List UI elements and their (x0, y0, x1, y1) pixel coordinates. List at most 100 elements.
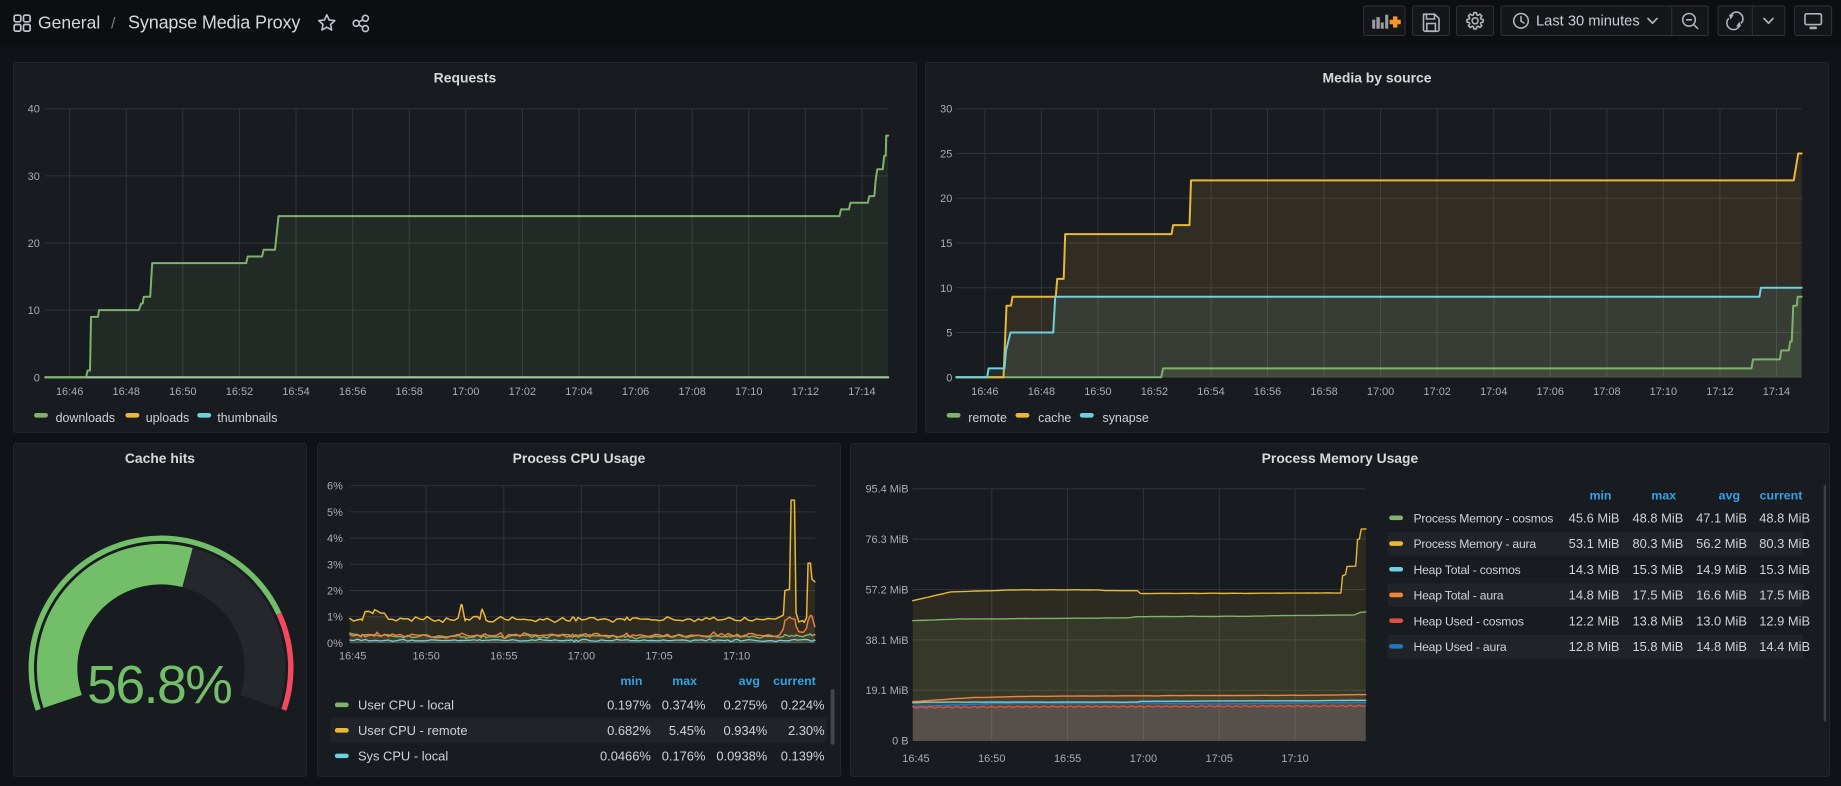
svg-text:13.8 MiB: 13.8 MiB (1632, 613, 1683, 628)
svg-text:0.275%: 0.275% (724, 697, 768, 712)
svg-text:16:55: 16:55 (490, 650, 517, 662)
svg-text:6%: 6% (327, 480, 343, 492)
svg-text:Sys CPU - local: Sys CPU - local (358, 748, 448, 763)
svg-text:Cache hits: Cache hits (125, 450, 195, 466)
svg-text:current: current (1759, 488, 1802, 502)
svg-text:max: max (1651, 488, 1676, 502)
svg-text:20: 20 (28, 238, 40, 250)
svg-text:17:04: 17:04 (565, 386, 592, 398)
svg-text:17:12: 17:12 (1706, 386, 1733, 398)
svg-text:0%: 0% (327, 637, 343, 649)
svg-text:Process Memory - aura: Process Memory - aura (1413, 537, 1536, 551)
svg-text:13.0 MiB: 13.0 MiB (1696, 613, 1747, 628)
svg-text:16:50: 16:50 (1084, 386, 1111, 398)
svg-text:45.6 MiB: 45.6 MiB (1568, 510, 1619, 525)
svg-text:thumbnails: thumbnails (217, 411, 277, 425)
svg-text:25: 25 (940, 148, 952, 160)
svg-text:16:58: 16:58 (396, 386, 423, 398)
svg-text:Heap Used - cosmos: Heap Used - cosmos (1413, 614, 1523, 628)
svg-text:17:14: 17:14 (1763, 386, 1790, 398)
svg-text:76.3 MiB: 76.3 MiB (865, 534, 908, 546)
svg-text:40: 40 (28, 104, 40, 116)
svg-text:0.682%: 0.682% (607, 723, 651, 738)
svg-text:16:52: 16:52 (1141, 386, 1168, 398)
svg-text:56.8%: 56.8% (87, 655, 231, 714)
svg-text:12.2 MiB: 12.2 MiB (1568, 613, 1619, 628)
svg-text:0.139%: 0.139% (781, 748, 825, 763)
svg-text:56.2 MiB: 56.2 MiB (1696, 536, 1747, 551)
svg-text:Requests: Requests (434, 69, 497, 85)
svg-text:3%: 3% (327, 559, 343, 571)
svg-text:20: 20 (940, 193, 952, 205)
svg-text:avg: avg (1718, 488, 1739, 502)
svg-text:17:05: 17:05 (1205, 753, 1232, 765)
svg-text:0.176%: 0.176% (662, 748, 706, 763)
svg-text:downloads: downloads (56, 411, 115, 425)
svg-text:2.30%: 2.30% (788, 723, 825, 738)
svg-text:0.224%: 0.224% (781, 697, 825, 712)
svg-text:min: min (1589, 488, 1611, 502)
svg-text:17:10: 17:10 (723, 650, 750, 662)
svg-text:17:08: 17:08 (678, 386, 705, 398)
svg-text:17:04: 17:04 (1480, 386, 1507, 398)
svg-text:Process CPU Usage: Process CPU Usage (513, 449, 646, 465)
svg-text:17:00: 17:00 (1129, 753, 1156, 765)
svg-text:5.45%: 5.45% (669, 723, 706, 738)
svg-text:cache: cache (1038, 411, 1071, 425)
svg-text:17:10: 17:10 (735, 386, 762, 398)
svg-text:80.3 MiB: 80.3 MiB (1632, 536, 1683, 551)
svg-text:0.197%: 0.197% (607, 697, 651, 712)
svg-text:User CPU - local: User CPU - local (358, 697, 454, 712)
svg-text:14.4 MiB: 14.4 MiB (1759, 639, 1810, 654)
svg-text:0 B: 0 B (892, 735, 908, 747)
svg-text:17:02: 17:02 (509, 386, 536, 398)
svg-text:0.374%: 0.374% (662, 697, 706, 712)
svg-text:30: 30 (28, 171, 40, 183)
svg-text:17:05: 17:05 (645, 650, 672, 662)
svg-text:16:50: 16:50 (978, 753, 1005, 765)
svg-text:15.8 MiB: 15.8 MiB (1632, 639, 1683, 654)
svg-text:17:02: 17:02 (1423, 386, 1450, 398)
svg-text:12.8 MiB: 12.8 MiB (1568, 639, 1619, 654)
svg-text:16:48: 16:48 (113, 386, 140, 398)
svg-text:0.934%: 0.934% (724, 723, 768, 738)
svg-text:15: 15 (940, 238, 952, 250)
svg-text:17:06: 17:06 (622, 386, 649, 398)
svg-text:12.9 MiB: 12.9 MiB (1759, 613, 1810, 628)
svg-text:48.8 MiB: 48.8 MiB (1632, 510, 1683, 525)
svg-text:14.8 MiB: 14.8 MiB (1696, 639, 1747, 654)
svg-text:4%: 4% (327, 533, 343, 545)
svg-text:Media by source: Media by source (1323, 69, 1432, 85)
svg-text:uploads: uploads (146, 411, 190, 425)
svg-text:14.3 MiB: 14.3 MiB (1568, 561, 1619, 576)
svg-text:17:12: 17:12 (792, 386, 819, 398)
svg-text:17.5 MiB: 17.5 MiB (1632, 587, 1683, 602)
svg-text:16:46: 16:46 (971, 386, 998, 398)
svg-text:current: current (773, 674, 816, 688)
svg-text:16:56: 16:56 (1254, 386, 1281, 398)
svg-text:Process Memory Usage: Process Memory Usage (1261, 449, 1418, 465)
svg-text:Heap Total - aura: Heap Total - aura (1413, 588, 1503, 602)
svg-text:80.3 MiB: 80.3 MiB (1759, 536, 1810, 551)
svg-text:5: 5 (946, 328, 952, 340)
svg-text:0: 0 (946, 372, 952, 384)
svg-text:53.1 MiB: 53.1 MiB (1568, 536, 1619, 551)
svg-text:User CPU - remote: User CPU - remote (358, 723, 468, 738)
svg-text:95.4 MiB: 95.4 MiB (865, 483, 908, 495)
svg-text:14.9 MiB: 14.9 MiB (1696, 561, 1747, 576)
svg-text:16:48: 16:48 (1028, 386, 1055, 398)
svg-text:avg: avg (739, 674, 760, 688)
svg-text:48.8 MiB: 48.8 MiB (1759, 510, 1810, 525)
svg-text:16:58: 16:58 (1310, 386, 1337, 398)
svg-text:16:55: 16:55 (1053, 753, 1080, 765)
svg-text:17:10: 17:10 (1650, 386, 1677, 398)
svg-text:Heap Used - aura: Heap Used - aura (1413, 640, 1506, 654)
svg-text:16:52: 16:52 (226, 386, 253, 398)
svg-text:General: General (38, 13, 100, 33)
svg-text:14.8 MiB: 14.8 MiB (1568, 587, 1619, 602)
svg-text:57.2 MiB: 57.2 MiB (865, 584, 908, 596)
svg-text:38.1 MiB: 38.1 MiB (865, 634, 908, 646)
svg-text:0.0938%: 0.0938% (716, 748, 767, 763)
svg-text:synapse: synapse (1102, 411, 1148, 425)
svg-text:15.3 MiB: 15.3 MiB (1759, 561, 1810, 576)
